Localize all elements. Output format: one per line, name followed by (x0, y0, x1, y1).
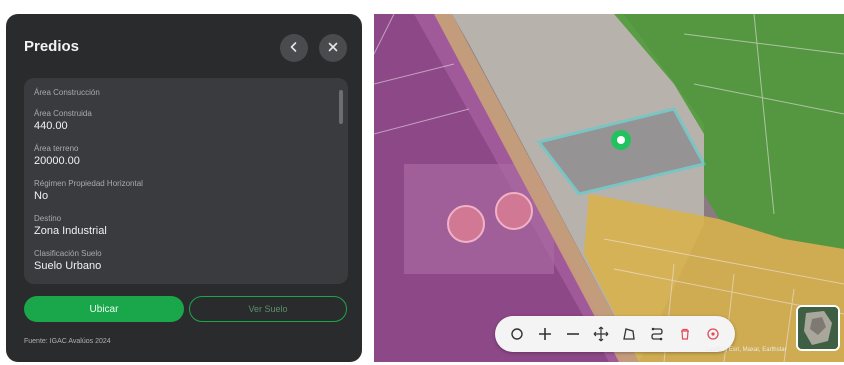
ver-suelo-button[interactable]: Ver Suelo (189, 296, 347, 322)
location-marker (611, 130, 631, 150)
predios-panel: Predios Área Construcción Área Construid… (6, 14, 362, 362)
minimap[interactable] (796, 305, 840, 351)
field-value: Zona Industrial (34, 225, 107, 237)
circle-tool-button[interactable] (506, 323, 528, 345)
zoom-out-button[interactable] (562, 323, 584, 345)
move-icon (593, 326, 609, 342)
close-button[interactable] (319, 34, 347, 62)
field-value: 440.00 (34, 120, 68, 132)
field-value: No (34, 190, 49, 202)
field-area-terreno: Área terreno 20000.00 (34, 144, 330, 167)
field-clasificacion-suelo: Clasificación Suelo Suelo Urbano (34, 249, 330, 272)
pan-button[interactable] (590, 323, 612, 345)
zoom-in-button[interactable] (534, 323, 556, 345)
route-icon (649, 326, 665, 342)
field-value: Suelo Urbano (34, 260, 102, 272)
scrollbar[interactable] (339, 90, 343, 124)
circle-icon (510, 327, 524, 341)
back-button[interactable] (280, 34, 308, 62)
field-value: 20000.00 (34, 155, 80, 167)
field-label: Clasificación Suelo (34, 249, 102, 258)
close-icon (327, 41, 339, 56)
field-label: Área terreno (34, 144, 79, 153)
field-area-construccion: Área Construcción (34, 88, 330, 97)
property-fields: Área Construcción Área Construida 440.00… (34, 88, 330, 284)
ubicar-button[interactable]: Ubicar (24, 296, 184, 322)
chevron-left-icon (288, 41, 300, 56)
field-label: Área Construcción (34, 88, 100, 97)
map-view[interactable] (374, 14, 844, 362)
source-note: Fuente: IGAC Avalúos 2024 (24, 338, 111, 345)
field-label: Régimen Propiedad Horizontal (34, 179, 143, 188)
map-canvas (374, 14, 844, 362)
zoom-in-icon (537, 326, 553, 342)
field-destino: Destino Zona Industrial (34, 214, 330, 237)
panel-title: Predios (24, 38, 80, 55)
delete-button[interactable] (674, 323, 696, 345)
target-icon (706, 327, 720, 341)
field-area-construida: Área Construida 440.00 (34, 109, 330, 132)
map-toolbar (495, 316, 735, 352)
zoom-out-icon (565, 326, 581, 342)
field-label: Área Construida (34, 109, 92, 118)
polygon-icon (621, 326, 637, 342)
field-propiedad-horizontal: Régimen Propiedad Horizontal No (34, 179, 330, 202)
map-attribution: Leaflet | Esri, Maxar, Earthstar (706, 347, 787, 353)
polygon-tool-button[interactable] (618, 323, 640, 345)
locate-button[interactable] (702, 323, 724, 345)
field-label: Destino (34, 214, 62, 223)
minimap-thumbnail (798, 307, 838, 349)
route-tool-button[interactable] (646, 323, 668, 345)
property-info-card[interactable]: Área Construcción Área Construida 440.00… (24, 78, 348, 284)
trash-icon (678, 327, 692, 341)
